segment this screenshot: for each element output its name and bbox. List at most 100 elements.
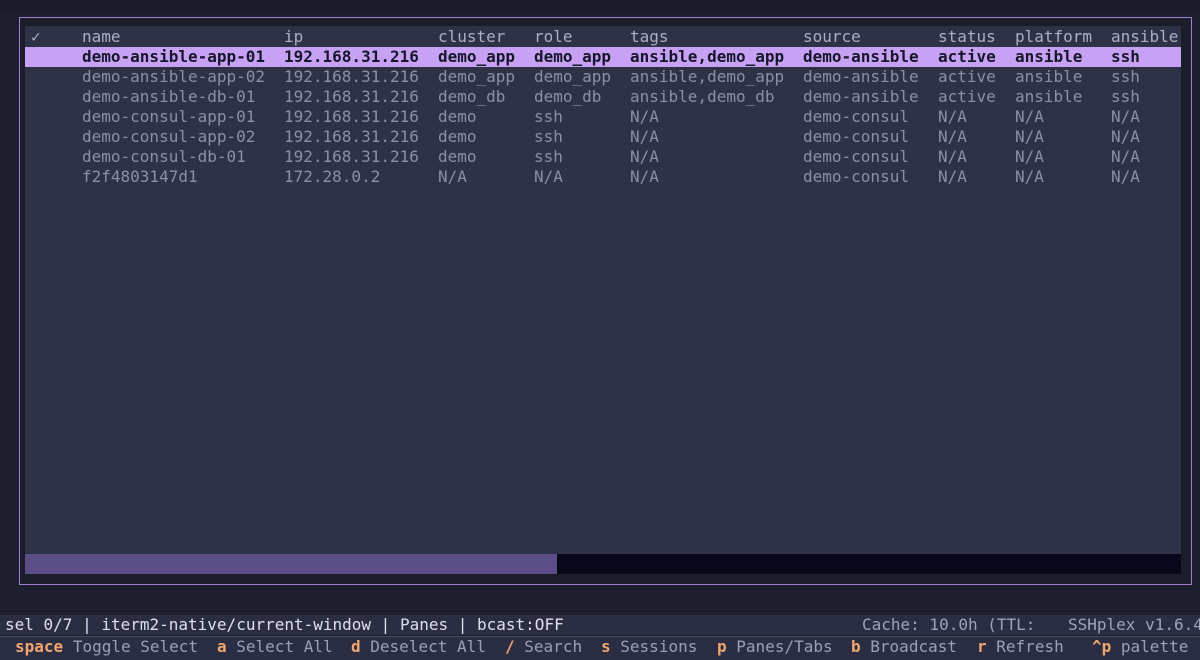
column-header-tags[interactable]: tags xyxy=(630,27,669,47)
table-row[interactable]: demo-consul-db-01 192.168.31.216 demo ss… xyxy=(25,147,1181,167)
cell-ip: 192.168.31.216 xyxy=(284,147,419,166)
horizontal-scrollbar[interactable] xyxy=(25,554,1181,574)
binding-key: b xyxy=(851,637,861,656)
table-row[interactable]: demo-ansible-app-01 192.168.31.216 demo_… xyxy=(25,47,1181,67)
binding-broadcast[interactable]: b Broadcast xyxy=(851,637,957,657)
cell-name: demo-consul-app-02 xyxy=(82,127,256,146)
binding-deselect-all[interactable]: d Deselect All xyxy=(351,637,486,657)
binding-key: p xyxy=(717,637,727,656)
cell-platform: N/A xyxy=(1015,147,1044,166)
cell-tags: N/A xyxy=(630,167,659,186)
cell-cluster: demo xyxy=(438,107,477,126)
binding-label: palette xyxy=(1120,637,1189,656)
table-row[interactable]: demo-consul-app-02 192.168.31.216 demo s… xyxy=(25,127,1181,147)
binding-key: d xyxy=(351,637,361,656)
cell-tags: N/A xyxy=(630,147,659,166)
cell-platform: ansible xyxy=(1015,67,1083,86)
binding-label: Search xyxy=(524,637,583,656)
column-header-role[interactable]: role xyxy=(534,27,573,47)
cell-platform: ansible xyxy=(1015,47,1083,66)
cell-status: active xyxy=(938,47,996,66)
cell-status: N/A xyxy=(938,167,967,186)
cell-ansible: ssh xyxy=(1111,47,1140,66)
table-header: ✓ name ip cluster role tags source statu… xyxy=(25,27,1181,47)
cell-ip: 192.168.31.216 xyxy=(284,107,419,126)
cell-ansible: ssh xyxy=(1111,67,1140,86)
cell-role: ssh xyxy=(534,127,563,146)
cell-ansible: ssh xyxy=(1111,87,1140,106)
binding-label: Deselect All xyxy=(370,637,486,656)
cell-name: demo-ansible-app-01 xyxy=(82,47,266,66)
binding-label: Select All xyxy=(236,637,333,656)
binding-label: Sessions xyxy=(620,637,698,656)
cache-status: Cache: 10.0h (TTL: xyxy=(862,615,1036,634)
table-row[interactable]: f2f4803147d1 172.28.0.2 N/A N/A N/A demo… xyxy=(25,167,1181,187)
cell-platform: N/A xyxy=(1015,167,1044,186)
column-header-status[interactable]: status xyxy=(938,27,996,47)
host-table-panel: ✓ name ip cluster role tags source statu… xyxy=(19,17,1192,585)
select-column-header[interactable]: ✓ xyxy=(31,27,41,47)
column-header-ansible[interactable]: ansible xyxy=(1111,27,1178,47)
table-row[interactable]: demo-consul-app-01 192.168.31.216 demo s… xyxy=(25,107,1181,127)
cell-source: demo-consul xyxy=(803,167,909,186)
cell-status: N/A xyxy=(938,107,967,126)
binding-sessions[interactable]: s Sessions xyxy=(601,637,697,657)
table-row[interactable]: demo-ansible-db-01 192.168.31.216 demo_d… xyxy=(25,87,1181,107)
scrollbar-thumb[interactable] xyxy=(25,554,557,574)
cell-platform: N/A xyxy=(1015,127,1044,146)
cell-ip: 192.168.31.216 xyxy=(284,47,419,66)
cell-ip: 192.168.31.216 xyxy=(284,87,419,106)
binding-key: space xyxy=(15,637,64,656)
binding-key: ^p xyxy=(1092,637,1112,656)
binding-key: a xyxy=(217,637,227,656)
binding-label: Refresh xyxy=(996,637,1064,656)
cell-source: demo-consul xyxy=(803,147,909,166)
table-row[interactable]: demo-ansible-app-02 192.168.31.216 demo_… xyxy=(25,67,1181,87)
binding-toggle-select[interactable]: space Toggle Select xyxy=(15,637,198,657)
cell-status: N/A xyxy=(938,147,967,166)
key-bindings-footer: space Toggle Select a Select All d Desel… xyxy=(0,636,1200,660)
binding-label: Panes/Tabs xyxy=(736,637,833,656)
cell-role: demo_db xyxy=(534,87,602,106)
column-header-ip[interactable]: ip xyxy=(284,27,303,47)
binding-search[interactable]: / Search xyxy=(505,637,582,657)
app-version: SSHplex v1.6.4 xyxy=(1068,615,1200,634)
column-header-name[interactable]: name xyxy=(82,27,121,47)
cell-tags: N/A xyxy=(630,107,659,126)
cell-ip: 192.168.31.216 xyxy=(284,127,419,146)
binding-select-all[interactable]: a Select All xyxy=(217,637,333,657)
column-header-source[interactable]: source xyxy=(803,27,861,47)
cell-source: demo-ansible xyxy=(803,67,919,86)
cell-cluster: demo_app xyxy=(438,67,516,86)
cell-cluster: demo xyxy=(438,127,477,146)
cell-cluster: demo xyxy=(438,147,477,166)
status-selection-info: sel 0/7 | iterm2-native/current-window |… xyxy=(5,615,564,634)
cell-platform: N/A xyxy=(1015,107,1044,126)
binding-key: r xyxy=(977,637,987,656)
binding-label: Broadcast xyxy=(870,637,957,656)
cell-tags: N/A xyxy=(630,127,659,146)
cell-status: active xyxy=(938,67,996,86)
cell-source: demo-ansible xyxy=(803,47,919,66)
column-header-platform[interactable]: platform xyxy=(1015,27,1092,47)
cell-status: active xyxy=(938,87,996,106)
cell-role: ssh xyxy=(534,107,563,126)
binding-label: Toggle Select xyxy=(72,637,199,656)
cell-cluster: N/A xyxy=(438,167,467,186)
host-table[interactable]: ✓ name ip cluster role tags source statu… xyxy=(25,26,1181,574)
cell-role: demo_app xyxy=(534,47,612,66)
binding-command-palette[interactable]: ^p palette xyxy=(1092,637,1188,657)
cell-source: demo-consul xyxy=(803,107,909,126)
cell-tags: ansible,demo_app xyxy=(630,47,785,66)
column-header-cluster[interactable]: cluster xyxy=(438,27,505,47)
cell-ip: 172.28.0.2 xyxy=(284,167,381,186)
cell-source: demo-consul xyxy=(803,127,909,146)
cell-name: demo-consul-app-01 xyxy=(82,107,256,126)
cell-ip: 192.168.31.216 xyxy=(284,67,419,86)
cell-source: demo-ansible xyxy=(803,87,919,106)
binding-refresh[interactable]: r Refresh xyxy=(977,637,1064,657)
cell-ansible: N/A xyxy=(1111,147,1140,166)
cell-tags: ansible,demo_db xyxy=(630,87,775,106)
binding-panes-tabs[interactable]: p Panes/Tabs xyxy=(717,637,833,657)
cell-platform: ansible xyxy=(1015,87,1083,106)
